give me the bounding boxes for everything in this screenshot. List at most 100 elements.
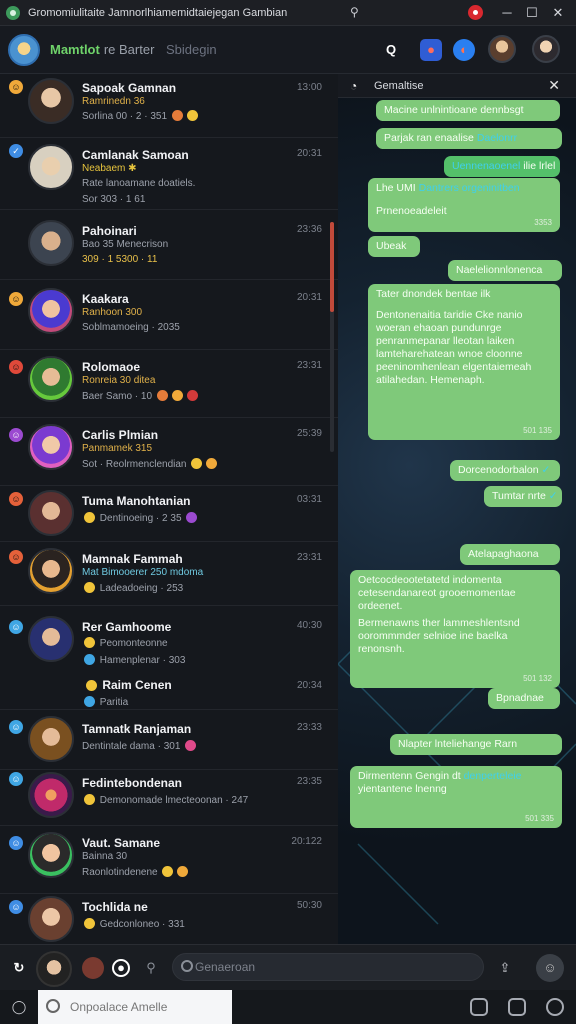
chat-row[interactable]: ☺ Sapoak Gamnan 13:00 Ramrinedn 36 Sorli…: [0, 74, 338, 138]
window-title: Gromomiulitaite Jamnorlhiamemidtaiejegan…: [28, 7, 288, 19]
chat-meta: Demonomade lmecteoonan · 247: [82, 794, 248, 806]
status-icon[interactable]: ◐: [453, 39, 475, 61]
search-input[interactable]: [195, 958, 415, 976]
message-bubble[interactable]: Dorcenodorbalon ✓: [450, 460, 560, 481]
chat-preview: Peomonteonne: [82, 637, 168, 649]
chat-time: 13:00: [296, 82, 322, 93]
chat-preview: Ramrinedn 36: [82, 96, 145, 107]
chat-name: Carlis Plmian: [82, 428, 159, 442]
bottom-toolbar: ↻ ● ⚲ ⇪ ☺: [0, 944, 576, 990]
maximize-button[interactable]: ☐: [521, 2, 543, 24]
app-header: Mamtlot re Barter Sbidegin Q ● ◐: [0, 26, 576, 74]
chat-row[interactable]: ☺ Fedintebondenan 23:35 Demonomade lmect…: [0, 770, 338, 826]
chat-row[interactable]: ☺ Tochlida ne 50:30 Gedconloneo · 331: [0, 894, 338, 944]
chat-meta: Raonlotindenene: [82, 866, 190, 878]
chat-time: 50:30: [296, 900, 322, 911]
avatar: [28, 424, 74, 470]
message-bubble[interactable]: Oetcocdeootetatetd indomenta cetesendana…: [350, 570, 560, 688]
emoji-icon[interactable]: [46, 999, 60, 1013]
settings-icon[interactable]: [546, 998, 564, 1016]
message-bubble[interactable]: Uennenaoenel ilie lrlel: [444, 156, 560, 177]
chat-preview: Neabaem ✱: [82, 163, 137, 174]
window-titlebar: Gromomiulitaite Jamnorlhiamemidtaiejegan…: [0, 0, 576, 26]
close-icon[interactable]: ✕: [548, 77, 560, 94]
message-bubble[interactable]: Tater dnondek bentae ilk Dentonenaitia t…: [368, 284, 560, 440]
message-bubble[interactable]: Atelapaghaona: [460, 544, 560, 565]
chat-name: Rolomaoe: [82, 360, 141, 374]
notifications-icon[interactable]: ●: [420, 39, 442, 61]
share-icon[interactable]: ⇪: [494, 957, 516, 979]
scrollbar-thumb[interactable]: [330, 222, 334, 312]
camera-icon[interactable]: ●: [112, 959, 130, 977]
message-bubble[interactable]: Naelelionnlonenca: [448, 260, 562, 281]
chat-name: Rer Gamhoome: [82, 620, 172, 634]
minimize-button[interactable]: ─: [496, 2, 518, 24]
message-input[interactable]: [70, 999, 220, 1015]
contact-avatar[interactable]: [488, 35, 516, 63]
emoji-icon[interactable]: ☺: [536, 954, 564, 982]
taskbar: ◯: [0, 990, 576, 1024]
chat-meta: Soblmamoeing · 2035: [82, 322, 180, 333]
chat-name: Fedintebondenan: [82, 776, 182, 790]
chat-preview: Bainna 30: [82, 851, 128, 862]
message-bubble[interactable]: Macine unlnintioane dennbsgt: [376, 100, 560, 121]
message-bubble[interactable]: Tumtar nrte ✓: [484, 486, 562, 507]
chat-name: Tochlida ne: [82, 900, 148, 914]
chat-row[interactable]: ☺ Rer Gamhoome 40:30 Peomonteonne Hamenp…: [0, 606, 338, 710]
emoji-badge-icon: ☺: [9, 620, 23, 634]
apps-icon[interactable]: [470, 998, 488, 1016]
avatar: [28, 356, 74, 402]
pin-icon[interactable]: ⚲: [350, 5, 359, 19]
message-bubble[interactable]: Parjak ran enaalise Daelonrr: [376, 128, 562, 149]
chat-row[interactable]: ✓ Camlanak Samoan 20:31 Neabaem ✱ Rate l…: [0, 138, 338, 210]
chat-row[interactable]: ☺ Mamnak Fammah 23:31 Mat Bimooerer 250 …: [0, 542, 338, 606]
profile-status: Sbidegin: [166, 42, 217, 57]
chat-row[interactable]: ☺ Carlis Plmian 25:39 Panmamek 315 Sot ·…: [0, 418, 338, 486]
chat-list-scrollbar[interactable]: [330, 222, 334, 452]
chat-name: Tuma Manohtanian: [82, 494, 191, 508]
refresh-icon[interactable]: ↻: [8, 957, 30, 979]
close-window-button[interactable]: ✕: [547, 2, 569, 24]
message-bubble[interactable]: Dirmentenn Gengin dt denperteleie yienta…: [350, 766, 562, 828]
chat-row[interactable]: Pahoinari 23:36 Bao 35 Menecrison 309 · …: [0, 210, 338, 280]
status-dot-icon[interactable]: [82, 957, 104, 979]
chat-preview: Ranhoon 300: [82, 307, 143, 318]
sub-chat-name: Raim Cenen: [84, 678, 172, 692]
chat-time: 23:36: [296, 224, 322, 235]
message-compose[interactable]: [38, 990, 232, 1024]
sub-chat-time: 20:34: [296, 680, 322, 691]
chat-time: 20:122: [291, 836, 322, 847]
profile-avatar[interactable]: [8, 34, 40, 66]
emoji-badge-icon: ☺: [9, 900, 23, 914]
chat-time: 23:35: [296, 776, 322, 787]
message-bubble[interactable]: Bpnadnae: [488, 688, 560, 709]
message-bubble[interactable]: Nlapter lnteliehange Rarn: [390, 734, 562, 755]
avatar: [28, 772, 74, 818]
avatar: [28, 288, 74, 334]
record-icon[interactable]: [468, 5, 483, 20]
chat-name: Tamnatk Ranjaman: [82, 722, 192, 736]
chat-bubble-icon[interactable]: ◯: [8, 996, 30, 1018]
avatar: [28, 716, 74, 762]
search-box[interactable]: [172, 953, 484, 981]
search-people-icon[interactable]: Q: [380, 39, 402, 61]
chat-row[interactable]: ☺ Kaakara 20:31 Ranhoon 300 Soblmamoeing…: [0, 280, 338, 350]
chat-row[interactable]: ☺ Tamnatk Ranjaman 23:33 Dentintale dama…: [0, 710, 338, 770]
my-avatar[interactable]: [36, 951, 72, 987]
chat-row[interactable]: ☺ Tuma Manohtanian 03:31 Dentinoeing · 2…: [0, 486, 338, 542]
emoji-badge-icon: ☺: [9, 80, 23, 94]
sticker-icon[interactable]: ⚲: [140, 957, 162, 979]
chat-row[interactable]: ☺ Rolomaoe 23:31 Ronreia 30 ditea Baer S…: [0, 350, 338, 418]
message-bubble[interactable]: Lhe UMI Dantrers orgeninitben Prnenoeade…: [368, 178, 560, 232]
panel-header: ◔ Gemaltise ✕: [338, 74, 576, 98]
chat-meta: Dentintale dama · 301: [82, 740, 198, 752]
avatar: [28, 548, 74, 594]
chat-time: 23:31: [296, 552, 322, 563]
files-icon[interactable]: [508, 998, 526, 1016]
chat-preview: Bao 35 Menecrison: [82, 239, 169, 250]
avatar: [28, 490, 74, 536]
chat-row[interactable]: ☺ Vaut. Samane 20:122 Bainna 30 Raonloti…: [0, 826, 338, 894]
message-bubble[interactable]: Ubeak: [368, 236, 420, 257]
chat-time: 25:39: [296, 428, 322, 439]
user-avatar[interactable]: [532, 35, 560, 63]
